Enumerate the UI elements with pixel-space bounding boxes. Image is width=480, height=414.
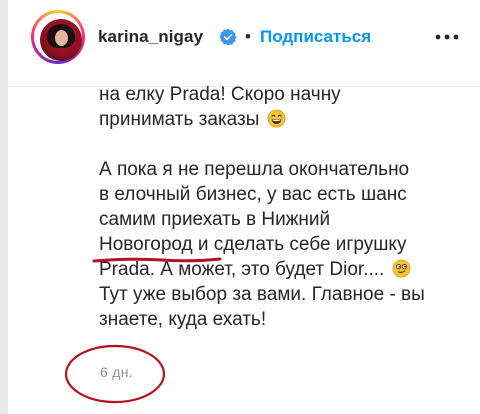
post-header: karina_nigay • Подписаться — [8, 0, 480, 87]
caption-line: знаете, куда ехать! — [99, 309, 267, 330]
caption-line: Новогород и сделать себе игрушку — [99, 234, 407, 255]
post-caption: на елку Prada! Скоро начну принимать зак… — [99, 82, 459, 332]
caption-line: А пока я не перешла окончательно — [99, 159, 410, 180]
avatar-photo — [40, 19, 82, 61]
separator-dot: • — [245, 27, 251, 46]
caption-line: самим приехать в Нижний — [99, 209, 331, 230]
more-horizontal-icon[interactable] — [432, 22, 462, 52]
smirking-emoji-icon — [392, 259, 410, 278]
red-underline-annotation — [92, 257, 222, 263]
red-circle-annotation — [64, 344, 166, 404]
username-link[interactable]: karina_nigay — [98, 27, 203, 47]
laughing-emoji-icon — [267, 109, 286, 128]
left-edge-strip — [0, 0, 8, 414]
caption-line: на елку Prada! Скоро начну — [99, 84, 341, 105]
verified-badge-icon — [219, 28, 237, 46]
follow-button[interactable]: Подписаться — [260, 27, 371, 47]
caption-line: принимать заказы — [99, 107, 459, 132]
caption-line: Тут уже выбор за вами. Главное - вы — [99, 284, 425, 305]
avatar[interactable] — [31, 10, 85, 64]
caption-line: в елочный бизнес, у вас есть шанс — [99, 184, 407, 205]
